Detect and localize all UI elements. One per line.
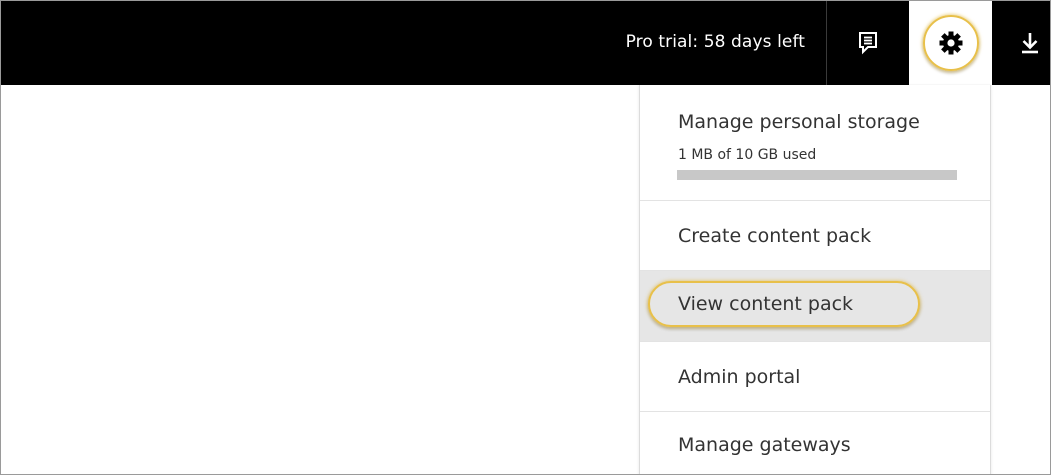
gear-icon [939, 31, 962, 55]
menu-item-label: View content pack [678, 293, 854, 315]
menu-item-view-content-pack[interactable]: View content pack [640, 271, 990, 342]
menu-item-label: Admin portal [678, 366, 801, 388]
menu-item-manage-gateways[interactable]: Manage gateways [640, 412, 990, 474]
top-bar: Pro trial: 58 days left [1, 1, 1050, 85]
app-window: Pro trial: 58 days left Manage personal … [0, 0, 1051, 475]
menu-item-label: Create content pack [678, 225, 872, 247]
manage-personal-storage-link[interactable]: Manage personal storage [678, 111, 920, 133]
settings-button[interactable] [909, 1, 992, 85]
menu-item-admin-portal[interactable]: Admin portal [640, 342, 990, 412]
personal-storage-section: Manage personal storage 1 MB of 10 GB us… [640, 85, 990, 201]
menu-item-create-content-pack[interactable]: Create content pack [640, 201, 990, 271]
storage-usage-text: 1 MB of 10 GB used [678, 147, 817, 163]
download-icon [1021, 33, 1038, 54]
settings-highlight-ring [922, 15, 979, 71]
menu-item-label: Manage gateways [678, 434, 851, 456]
settings-dropdown-menu: Manage personal storage 1 MB of 10 GB us… [639, 85, 991, 474]
feedback-button[interactable] [827, 1, 909, 85]
storage-usage-bar [677, 170, 957, 180]
download-button[interactable] [1009, 1, 1050, 85]
feedback-icon [859, 32, 877, 55]
pro-trial-label[interactable]: Pro trial: 58 days left [626, 32, 805, 52]
